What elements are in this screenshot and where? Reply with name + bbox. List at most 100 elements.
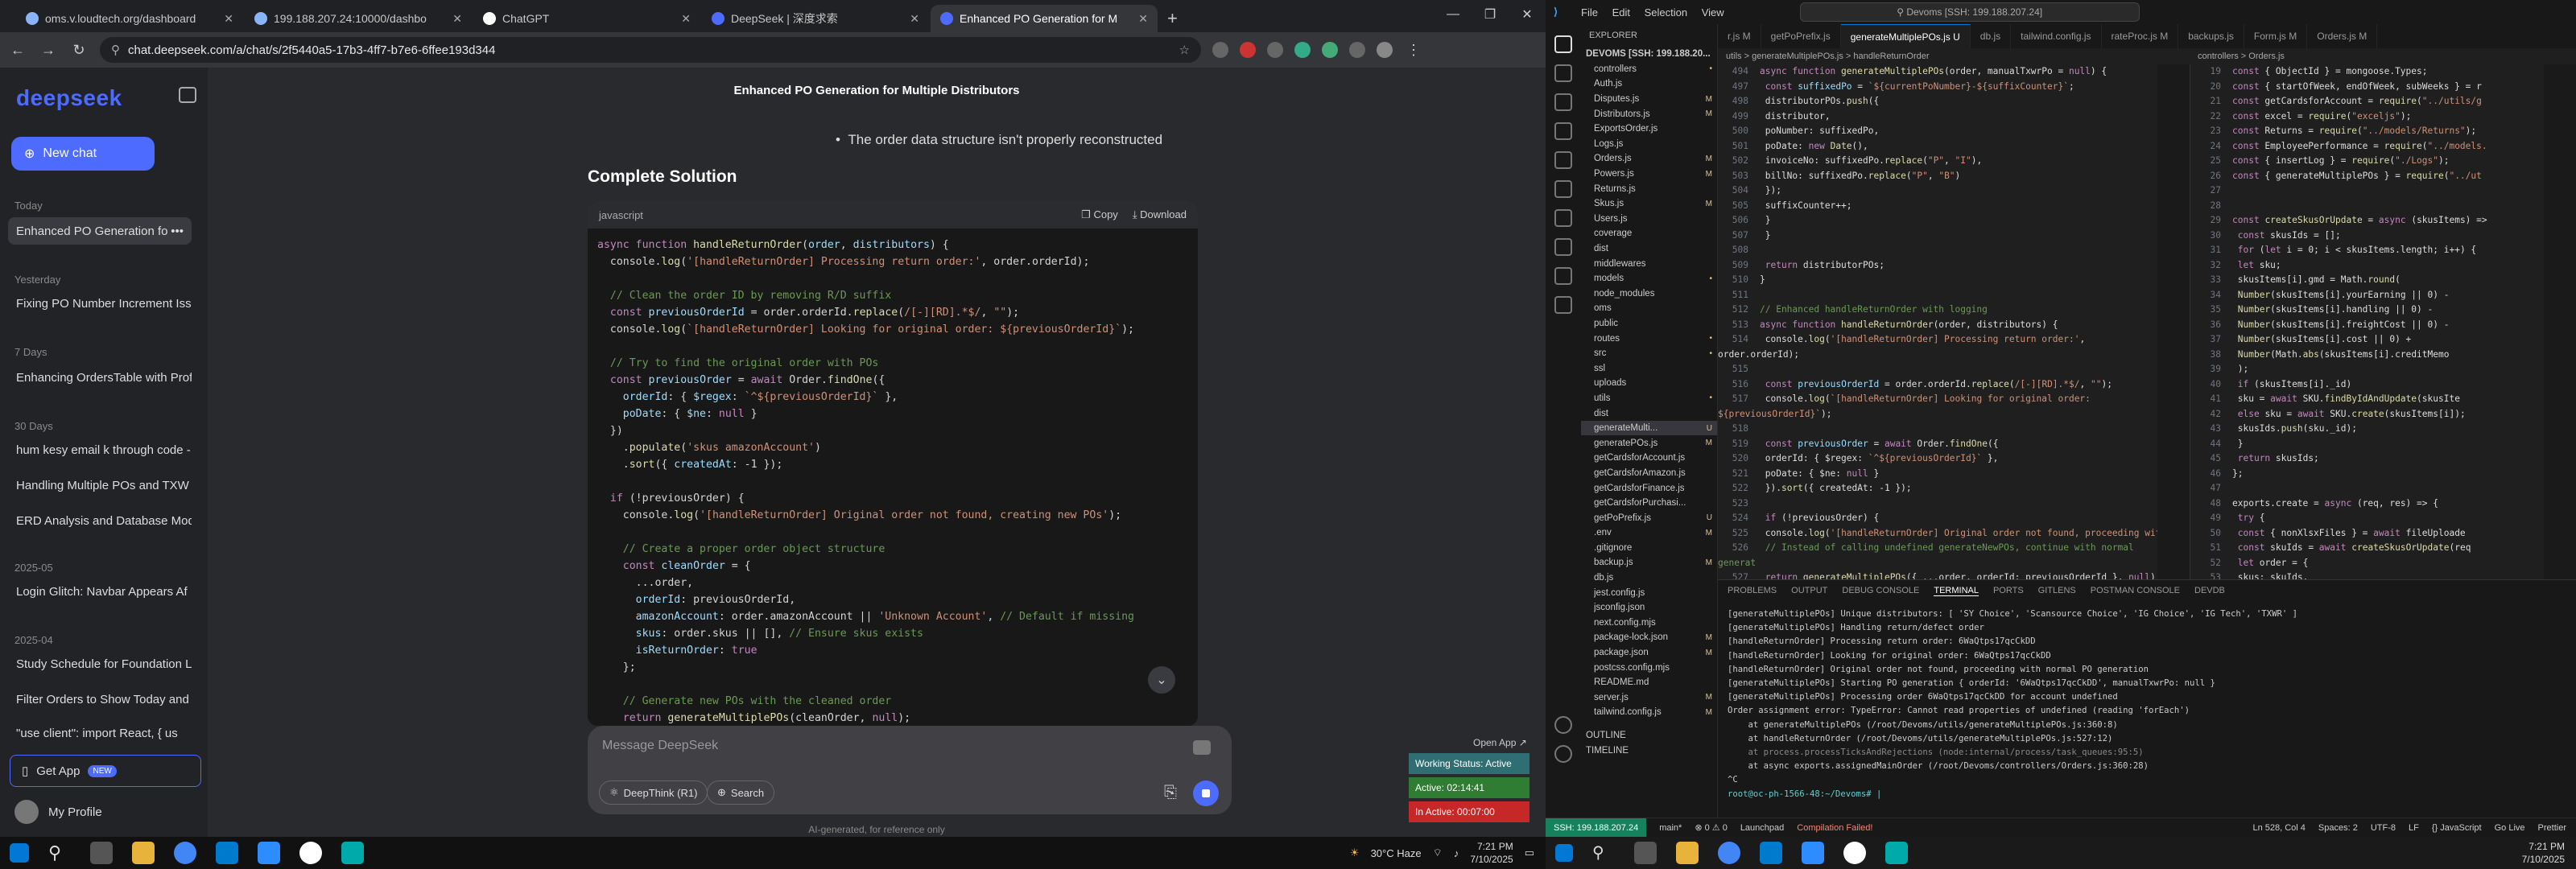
message-input[interactable]: Message DeepSeek: [602, 739, 718, 753]
wifi-icon[interactable]: ⌔: [1433, 846, 1443, 859]
menu-view[interactable]: View: [1702, 6, 1724, 19]
extensions-icon[interactable]: [1554, 151, 1572, 169]
editor-tab[interactable]: backups.js: [2178, 24, 2244, 48]
notifications-icon[interactable]: ▭: [1525, 846, 1534, 859]
run-debug-icon[interactable]: [1554, 122, 1572, 140]
tab-devdb[interactable]: DEVDB: [2194, 586, 2225, 595]
eol[interactable]: LF: [2409, 823, 2419, 833]
history-item[interactable]: "use client": import React, { us: [8, 719, 192, 747]
editor-tab[interactable]: Orders.js M: [2307, 24, 2378, 48]
workspace-root[interactable]: DEVOMS [SSH: 199.188.20...: [1581, 47, 1717, 62]
gitlens-icon[interactable]: [1554, 238, 1572, 256]
volume-icon[interactable]: ♪: [1454, 847, 1459, 859]
tree-item[interactable]: models •: [1581, 271, 1717, 286]
history-item[interactable]: Enhanced PO Generation fo •••: [8, 217, 192, 245]
launchpad[interactable]: Launchpad: [1740, 823, 1784, 833]
menu-kebab-icon[interactable]: ⋮: [1404, 42, 1423, 59]
tree-item[interactable]: db.js: [1581, 570, 1717, 586]
tree-item[interactable]: routes •: [1581, 331, 1717, 346]
tree-item[interactable]: controllers •: [1581, 62, 1717, 77]
editor-tab[interactable]: getPoPrefix.js: [1761, 24, 1841, 48]
tab-problems[interactable]: PROBLEMS: [1728, 586, 1777, 595]
back-icon[interactable]: ←: [8, 42, 27, 59]
tree-item[interactable]: public: [1581, 316, 1717, 332]
tree-item[interactable]: middlewares: [1581, 256, 1717, 271]
indentation[interactable]: Spaces: 2: [2318, 823, 2358, 833]
close-icon[interactable]: ✕: [681, 12, 691, 26]
cursor-position[interactable]: Ln 528, Col 4: [2252, 823, 2305, 833]
new-tab-button[interactable]: +: [1159, 8, 1186, 32]
close-window-icon[interactable]: ✕: [1509, 0, 1546, 29]
copy-button[interactable]: ❐ Copy: [1081, 208, 1118, 221]
problems-count[interactable]: ⊗ 0 ⚠ 0: [1695, 822, 1727, 833]
tree-item[interactable]: generateMulti... U: [1581, 420, 1717, 436]
editor-right[interactable]: 19 const { ObjectId } = mongoose.Types; 2…: [2190, 64, 2576, 579]
remote-indicator[interactable]: SSH: 199.188.207.24: [1546, 818, 1647, 838]
timeline-section[interactable]: TIMELINE: [1581, 743, 1717, 758]
tree-item[interactable]: .gitignore: [1581, 541, 1717, 556]
tree-item[interactable]: postcss.config.mjs: [1581, 660, 1717, 675]
tree-item[interactable]: utils •: [1581, 391, 1717, 406]
tree-item[interactable]: ExportsOrder.js: [1581, 121, 1717, 137]
tab-oms[interactable]: oms.v.loudtech.org/dashboard ✕: [16, 5, 243, 32]
tree-item[interactable]: next.config.mjs: [1581, 616, 1717, 631]
tree-item[interactable]: getCardsforAmazon.js: [1581, 466, 1717, 481]
database-icon[interactable]: [1554, 267, 1572, 285]
close-icon[interactable]: ✕: [1138, 12, 1148, 26]
tree-item[interactable]: Auth.js: [1581, 76, 1717, 92]
tree-item[interactable]: backup.js M: [1581, 555, 1717, 570]
vscode-icon[interactable]: [1760, 842, 1782, 864]
compile-status[interactable]: Compilation Failed!: [1797, 823, 1872, 833]
tab-ports[interactable]: PORTS: [1993, 586, 2024, 595]
bookmark-star-icon[interactable]: ☆: [1179, 43, 1190, 57]
tab-dashboard[interactable]: 199.188.207.24:10000/dashbo ✕: [245, 5, 472, 32]
extension-icon[interactable]: [1212, 42, 1228, 58]
vscode-icon[interactable]: [216, 842, 238, 864]
tree-item[interactable]: oms: [1581, 301, 1717, 316]
postman-icon[interactable]: [1554, 296, 1572, 314]
tree-item[interactable]: package.json M: [1581, 645, 1717, 661]
send-button[interactable]: [1193, 780, 1219, 806]
history-item[interactable]: Login Glitch: Navbar Appears Af: [8, 578, 192, 605]
history-item[interactable]: Filter Orders to Show Today and: [8, 686, 192, 713]
encoding[interactable]: UTF-8: [2371, 823, 2396, 833]
tab-enhanced-po[interactable]: Enhanced PO Generation for M ✕: [931, 5, 1158, 32]
editor-tab[interactable]: Form.js M: [2244, 24, 2308, 48]
menu-edit[interactable]: Edit: [1612, 6, 1630, 19]
go-live[interactable]: Go Live: [2495, 823, 2525, 833]
tree-item[interactable]: Returns.js: [1581, 181, 1717, 196]
history-item[interactable]: Study Schedule for Foundation L: [8, 650, 192, 677]
tree-item[interactable]: README.md: [1581, 675, 1717, 690]
settings-gear-icon[interactable]: [1554, 745, 1572, 763]
close-icon[interactable]: ✕: [910, 12, 919, 26]
tab-deepseek[interactable]: DeepSeek | 深度求索 ✕: [702, 5, 929, 32]
windows-start-icon[interactable]: [1555, 844, 1573, 862]
tree-item[interactable]: src •: [1581, 346, 1717, 361]
tree-item[interactable]: Powers.js M: [1581, 167, 1717, 182]
editor-left[interactable]: 494 async function generateMultiplePOs(or…: [1718, 64, 2169, 579]
tab-gitlens[interactable]: GITLENS: [2038, 586, 2076, 595]
download-button[interactable]: ⤓ Download: [1133, 208, 1187, 221]
history-item[interactable]: Fixing PO Number Increment Iss: [8, 290, 192, 317]
tree-item[interactable]: uploads: [1581, 376, 1717, 391]
history-item[interactable]: hum kesy email k through code -: [8, 436, 192, 463]
clock[interactable]: 7:21 PM 7/10/2025: [2522, 840, 2565, 866]
tree-item[interactable]: Distributors.js M: [1581, 106, 1717, 121]
collapse-sidebar-icon[interactable]: [179, 87, 196, 103]
app-icon[interactable]: [299, 842, 322, 864]
extension-icon[interactable]: [1294, 42, 1311, 58]
prettier[interactable]: Prettier: [2538, 823, 2566, 833]
extension-icon[interactable]: [1267, 42, 1283, 58]
zoom-icon[interactable]: [1802, 842, 1824, 864]
minimize-icon[interactable]: —: [1435, 0, 1472, 29]
deepthink-toggle[interactable]: ⚛ DeepThink (R1): [599, 780, 708, 805]
testing-icon[interactable]: [1554, 209, 1572, 227]
tree-item[interactable]: dist: [1581, 241, 1717, 257]
open-app-link[interactable]: Open App ↗: [1409, 737, 1538, 748]
tree-item[interactable]: node_modules: [1581, 286, 1717, 302]
tree-item[interactable]: jsconfig.json: [1581, 600, 1717, 616]
chrome-icon[interactable]: [174, 842, 196, 864]
history-item[interactable]: Handling Multiple POs and TXW: [8, 472, 192, 499]
search-icon[interactable]: ⚲: [48, 842, 71, 864]
tree-item[interactable]: Orders.js M: [1581, 151, 1717, 167]
